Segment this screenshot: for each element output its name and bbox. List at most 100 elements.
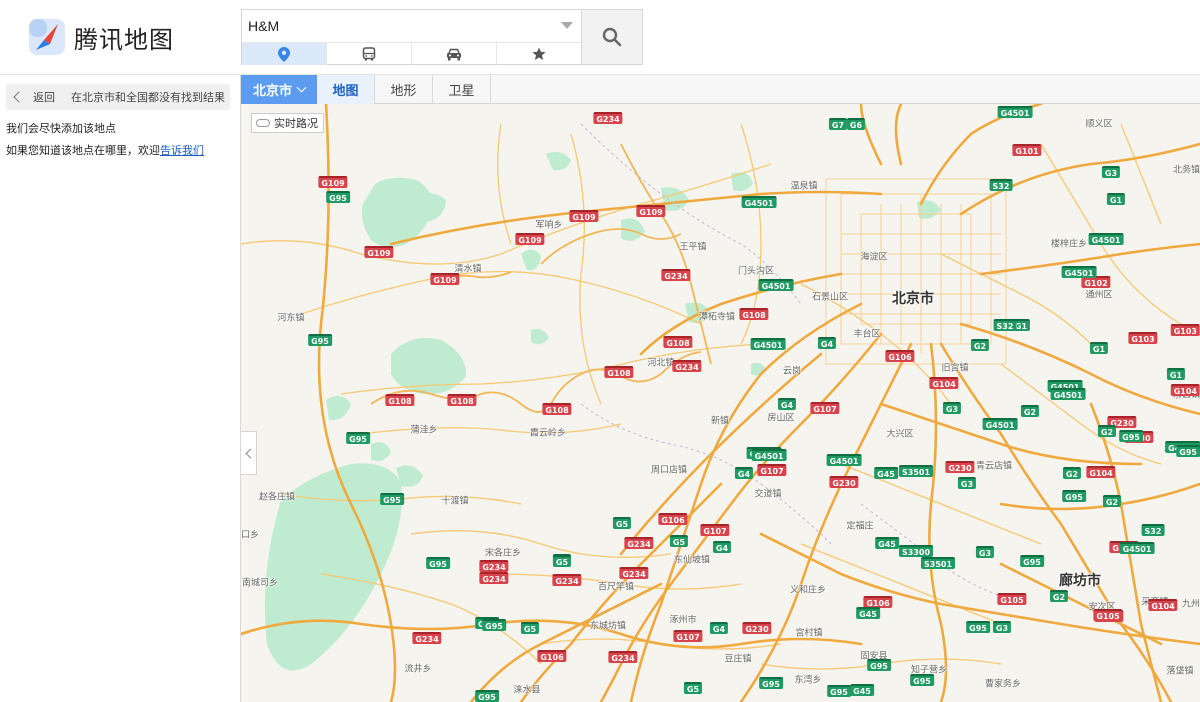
road-shield: G3 <box>975 546 995 558</box>
road-shield: G95 <box>827 685 851 697</box>
road-shield: S3300 <box>898 545 934 557</box>
road-shield: G103 <box>1170 324 1200 336</box>
place-label: 军响乡 <box>535 220 563 231</box>
road-shield: G1 <box>1106 193 1126 205</box>
road-shield: G45 <box>850 684 874 696</box>
road-shield: G95 <box>966 621 990 633</box>
road-shield: G7 <box>828 118 848 130</box>
place-label: 曹家务乡 <box>984 679 1022 690</box>
place-label: 顺义区 <box>1085 119 1113 130</box>
road-shield: G4501 <box>997 106 1033 118</box>
mode-tab-drive[interactable] <box>412 43 497 65</box>
traffic-toggle-button[interactable]: 实时路况 <box>251 113 324 133</box>
road-shield: G106 <box>885 350 915 362</box>
search-button[interactable] <box>582 9 643 65</box>
road-shield: G2 <box>1049 590 1069 602</box>
mode-tab-bus[interactable] <box>327 43 412 65</box>
place-label: 温泉镇 <box>790 181 818 192</box>
mode-tab-favorite[interactable] <box>497 43 581 65</box>
logo[interactable]: 腾讯地图 <box>28 17 174 57</box>
road-shield: S3501 <box>920 557 956 569</box>
search-dropdown-chevron-icon[interactable] <box>561 22 573 29</box>
place-label: 百尺竿镇 <box>597 582 635 593</box>
road-shield: G5 <box>683 682 703 694</box>
road-shield: G107 <box>673 630 703 642</box>
place-label: 口乡 <box>241 530 260 541</box>
collapse-panel-handle[interactable] <box>241 431 257 475</box>
road-shield: G95 <box>346 432 370 444</box>
road-shield: G95 <box>380 493 404 505</box>
road-shield: G234 <box>479 560 509 572</box>
place-label: 丰台区 <box>853 329 881 340</box>
header: 腾讯地图 <box>0 0 1200 75</box>
road-shield: G5 <box>552 555 572 567</box>
place-label: 南城司乡 <box>241 578 279 589</box>
road-shield: S32 <box>993 319 1017 331</box>
road-shield: G3 <box>942 402 962 414</box>
mode-tab-place[interactable] <box>242 43 327 65</box>
traffic-toggle-label: 实时路况 <box>274 117 318 130</box>
road-shield: G104 <box>929 377 959 389</box>
back-button[interactable]: 返回 <box>33 89 55 105</box>
place-label: 东湾乡 <box>794 675 822 686</box>
place-label: 豆庄镇 <box>724 654 752 665</box>
road-shield: G4501 <box>1088 233 1124 245</box>
map-canvas[interactable]: 北京市 廊坊市 海淀区 门头沟区 石景山区 丰台区 房山区 大兴区 顺义区 通州区 涿州市 固安县 涞水… <box>241 104 1200 702</box>
place-label: 石景山区 <box>811 292 849 303</box>
road-shield: S32 <box>989 179 1013 191</box>
forest-areas <box>264 152 941 671</box>
road-shield: G108 <box>739 308 769 320</box>
place-label: 河东镇 <box>277 313 305 324</box>
place-label: 门头沟区 <box>737 266 775 277</box>
road-shield: G4 <box>734 467 754 479</box>
traffic-toggle-icon <box>256 119 270 127</box>
road-shield: G4501 <box>750 338 786 350</box>
result-bar: 返回 在北京市和全国都没有找到结果 <box>6 84 230 110</box>
road-shield: G109 <box>430 273 460 285</box>
city-selector[interactable]: 北京市 <box>241 75 317 104</box>
place-label: 宋各庄乡 <box>484 548 522 559</box>
road-shield: G95 <box>910 674 934 686</box>
tab-satellite[interactable]: 卫星 <box>433 75 491 104</box>
road-shield: G109 <box>318 176 348 188</box>
tell-us-link[interactable]: 告诉我们 <box>160 144 204 157</box>
place-label: 赵各庄镇 <box>258 492 296 503</box>
city-selector-label: 北京市 <box>252 84 292 99</box>
car-icon <box>447 48 461 60</box>
road-shield: G4501 <box>826 454 862 466</box>
road-shield: G2 <box>1097 425 1117 437</box>
road-shield: G95 <box>475 690 499 702</box>
road-shield: G6 <box>846 118 866 130</box>
place-label: 九州 <box>1181 599 1200 610</box>
place-label: 周口店镇 <box>650 465 688 476</box>
search-input[interactable] <box>242 10 581 42</box>
place-label: 潭柘寺镇 <box>698 312 736 323</box>
back-chevron-icon[interactable] <box>13 91 25 103</box>
road-shield: G4501 <box>758 279 794 291</box>
road-shield: G95 <box>326 191 350 203</box>
road-shield: G95 <box>867 659 891 671</box>
road-shield: G1 <box>1166 368 1186 380</box>
place-label: 楼梓庄乡 <box>1050 239 1088 250</box>
place-label: 东城坊镇 <box>589 621 627 632</box>
road-shield: G3 <box>992 621 1012 633</box>
road-shield: G234 <box>479 572 509 584</box>
road-shield: G45 <box>856 607 880 619</box>
road-shield: G95 <box>1119 430 1143 442</box>
road-shield: G4 <box>817 337 837 349</box>
place-label: 落垡镇 <box>1166 666 1194 677</box>
road-shield: G105 <box>997 593 1027 605</box>
place-label: 涞水县 <box>513 685 541 696</box>
tab-map[interactable]: 地图 <box>317 75 375 104</box>
road-shield: G104 <box>1170 384 1200 396</box>
road-shield: S3501 <box>898 465 934 477</box>
place-label: 房山区 <box>767 413 795 424</box>
road-shield: G109 <box>364 246 394 258</box>
road-shield: G45 <box>874 467 898 479</box>
tab-terrain[interactable]: 地形 <box>375 75 433 104</box>
road-shield: G108 <box>604 366 634 378</box>
city-label: 廊坊市 <box>1059 573 1101 589</box>
tell-us-message: 如果您知道该地点在哪里，欢迎告诉我们 <box>6 142 204 158</box>
road-shield: G3 <box>1101 166 1121 178</box>
chevron-left-icon <box>245 448 255 458</box>
